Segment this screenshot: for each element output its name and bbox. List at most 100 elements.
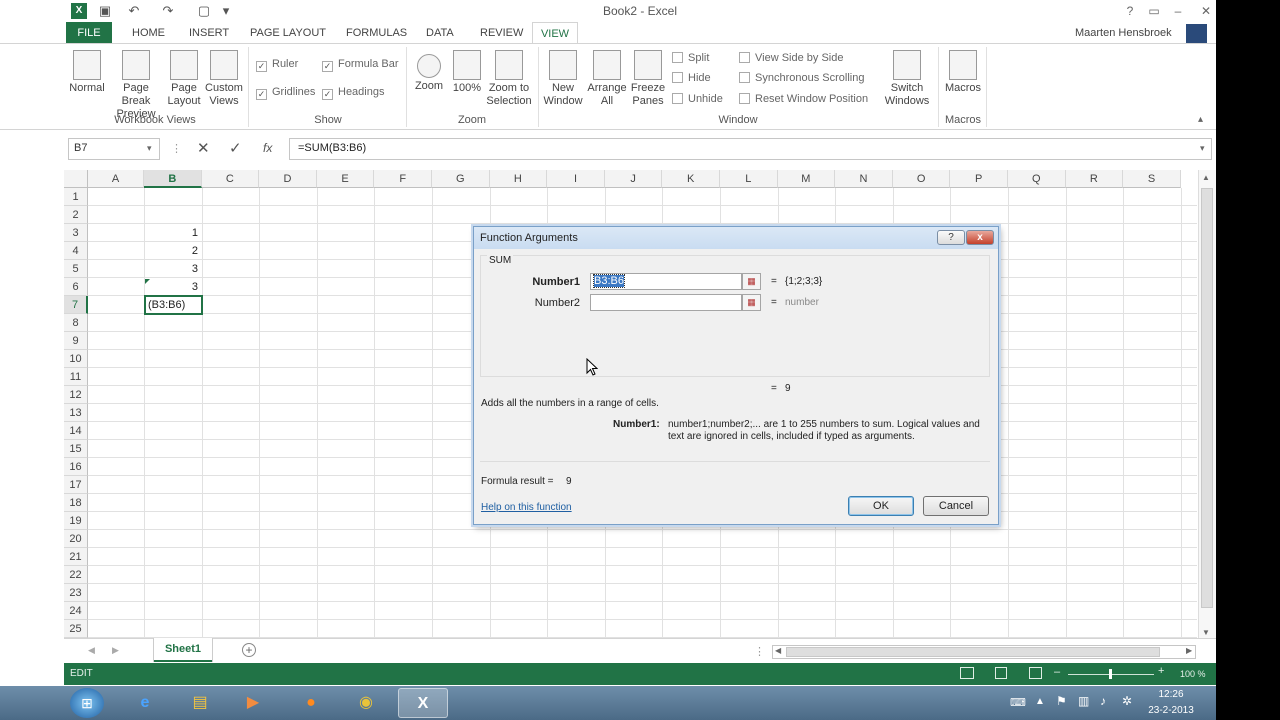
- cell-b7-active[interactable]: (B3:B6): [144, 295, 203, 315]
- column-header-e[interactable]: E: [316, 170, 375, 188]
- column-header-o[interactable]: O: [892, 170, 951, 188]
- sheet-next-icon[interactable]: ▶: [112, 645, 119, 656]
- media-player-icon[interactable]: ▶: [228, 688, 278, 718]
- redo-icon[interactable]: ↷: [160, 2, 176, 20]
- row-header-15[interactable]: 15: [64, 440, 88, 458]
- row-header-17[interactable]: 17: [64, 476, 88, 494]
- arg-input-number1[interactable]: B3:B6: [590, 273, 742, 290]
- ok-button[interactable]: OK: [848, 496, 914, 516]
- column-header-g[interactable]: G: [432, 170, 490, 188]
- clock-date[interactable]: 23-2-2013: [1144, 705, 1198, 716]
- row-header-2[interactable]: 2: [64, 206, 88, 224]
- tab-data[interactable]: DATA: [418, 22, 462, 44]
- row-header-16[interactable]: 16: [64, 458, 88, 476]
- reset-window-position-button[interactable]: Reset Window Position: [739, 93, 868, 105]
- arg-input-number2[interactable]: [590, 294, 742, 311]
- tab-review[interactable]: REVIEW: [472, 22, 531, 44]
- tray-expand-icon[interactable]: ▲: [1035, 696, 1045, 707]
- row-header-23[interactable]: 23: [64, 584, 88, 602]
- close-window-icon[interactable]: ✕: [1196, 2, 1216, 20]
- switch-windows-button[interactable]: Switch Windows: [878, 50, 936, 108]
- tab-home[interactable]: HOME: [124, 22, 173, 44]
- row-header-22[interactable]: 22: [64, 566, 88, 584]
- cell-b5[interactable]: 3: [145, 260, 202, 278]
- row-header-20[interactable]: 20: [64, 530, 88, 548]
- column-header-a[interactable]: A: [88, 170, 144, 188]
- column-header-d[interactable]: D: [259, 170, 317, 188]
- row-header-4[interactable]: 4: [64, 242, 88, 260]
- tab-split-grip-icon[interactable]: ⋮: [754, 645, 765, 658]
- tab-insert[interactable]: INSERT: [181, 22, 237, 44]
- confirm-entry-icon[interactable]: ✓: [229, 139, 242, 157]
- horizontal-scroll-thumb[interactable]: [786, 647, 1160, 657]
- row-header-14[interactable]: 14: [64, 422, 88, 440]
- select-all-corner[interactable]: [64, 170, 88, 188]
- bluetooth-icon[interactable]: ✲: [1122, 694, 1132, 708]
- arrange-all-button[interactable]: Arrange All: [585, 50, 629, 108]
- page-layout-view-button[interactable]: Page Layout: [164, 50, 204, 108]
- page-layout-status-icon[interactable]: [995, 667, 1007, 679]
- clock-time[interactable]: 12:26: [1150, 689, 1192, 700]
- view-side-by-side-button[interactable]: View Side by Side: [739, 52, 843, 64]
- sheet-prev-icon[interactable]: ◀: [88, 645, 95, 656]
- headings-checkbox[interactable]: ✓ Headings: [322, 86, 384, 100]
- cancel-button[interactable]: Cancel: [923, 496, 989, 516]
- excel-app-icon[interactable]: X: [71, 3, 87, 19]
- column-header-n[interactable]: N: [835, 170, 893, 188]
- column-header-p[interactable]: P: [950, 170, 1008, 188]
- column-header-b[interactable]: B: [144, 170, 202, 188]
- column-header-f[interactable]: F: [374, 170, 432, 188]
- excel-taskbar-icon[interactable]: X: [398, 688, 448, 718]
- column-header-q[interactable]: Q: [1008, 170, 1066, 188]
- formula-input[interactable]: =SUM(B3:B6): [289, 138, 1212, 160]
- row-header-24[interactable]: 24: [64, 602, 88, 620]
- split-button[interactable]: Split: [672, 52, 709, 64]
- column-header-r[interactable]: R: [1065, 170, 1124, 188]
- column-header-l[interactable]: L: [720, 170, 778, 188]
- collapse-ribbon-icon[interactable]: ▴: [1198, 114, 1203, 125]
- user-avatar[interactable]: [1186, 24, 1207, 45]
- scroll-left-icon[interactable]: ◀: [775, 646, 781, 655]
- help-icon[interactable]: ?: [1120, 2, 1140, 20]
- column-header-j[interactable]: J: [604, 170, 663, 188]
- user-name[interactable]: Maarten Hensbroek: [1075, 27, 1172, 39]
- synchronous-scrolling-button[interactable]: Synchronous Scrolling: [739, 72, 864, 84]
- custom-views-button[interactable]: Custom Views: [203, 50, 245, 108]
- collapse-dialog-icon[interactable]: ▦: [742, 273, 761, 290]
- cell-b6[interactable]: 3: [145, 278, 202, 296]
- ribbon-display-icon[interactable]: ▭: [1144, 2, 1164, 20]
- keyboard-tray-icon[interactable]: ⌨: [1010, 696, 1026, 709]
- collapse-dialog-icon[interactable]: ▦: [742, 294, 761, 311]
- sheet-tab-sheet1[interactable]: Sheet1: [154, 638, 212, 662]
- ruler-checkbox[interactable]: ✓ Ruler: [256, 58, 298, 72]
- help-on-function-link[interactable]: Help on this function: [481, 502, 572, 513]
- hide-button[interactable]: Hide: [672, 72, 711, 84]
- column-header-s[interactable]: S: [1123, 170, 1181, 188]
- row-header-12[interactable]: 12: [64, 386, 88, 404]
- zoom-slider-thumb[interactable]: [1109, 669, 1112, 679]
- column-header-k[interactable]: K: [662, 170, 720, 188]
- macros-button[interactable]: Macros: [942, 50, 984, 95]
- cell-b3[interactable]: 1: [145, 224, 202, 242]
- save-icon[interactable]: ▣: [97, 2, 113, 20]
- dialog-help-button[interactable]: ?: [937, 230, 965, 245]
- tab-file[interactable]: FILE: [66, 22, 112, 44]
- normal-view-status-icon[interactable]: [960, 667, 974, 679]
- network-icon[interactable]: ▥: [1078, 694, 1089, 708]
- start-button[interactable]: ⊞: [70, 688, 104, 718]
- row-header-8[interactable]: 8: [64, 314, 88, 332]
- cell-b4[interactable]: 2: [145, 242, 202, 260]
- row-header-19[interactable]: 19: [64, 512, 88, 530]
- column-header-i[interactable]: I: [547, 170, 605, 188]
- column-header-c[interactable]: C: [201, 170, 260, 188]
- firefox-icon[interactable]: ●: [286, 688, 336, 718]
- zoom-in-icon[interactable]: +: [1158, 665, 1164, 677]
- zoom-out-icon[interactable]: –: [1054, 666, 1060, 678]
- dialog-title[interactable]: Function Arguments: [474, 227, 998, 249]
- column-header-m[interactable]: M: [777, 170, 836, 188]
- row-header-11[interactable]: 11: [64, 368, 88, 386]
- column-header-h[interactable]: H: [489, 170, 548, 188]
- row-header-10[interactable]: 10: [64, 350, 88, 368]
- unhide-button[interactable]: Unhide: [672, 93, 723, 105]
- scroll-down-icon[interactable]: ▼: [1202, 628, 1210, 637]
